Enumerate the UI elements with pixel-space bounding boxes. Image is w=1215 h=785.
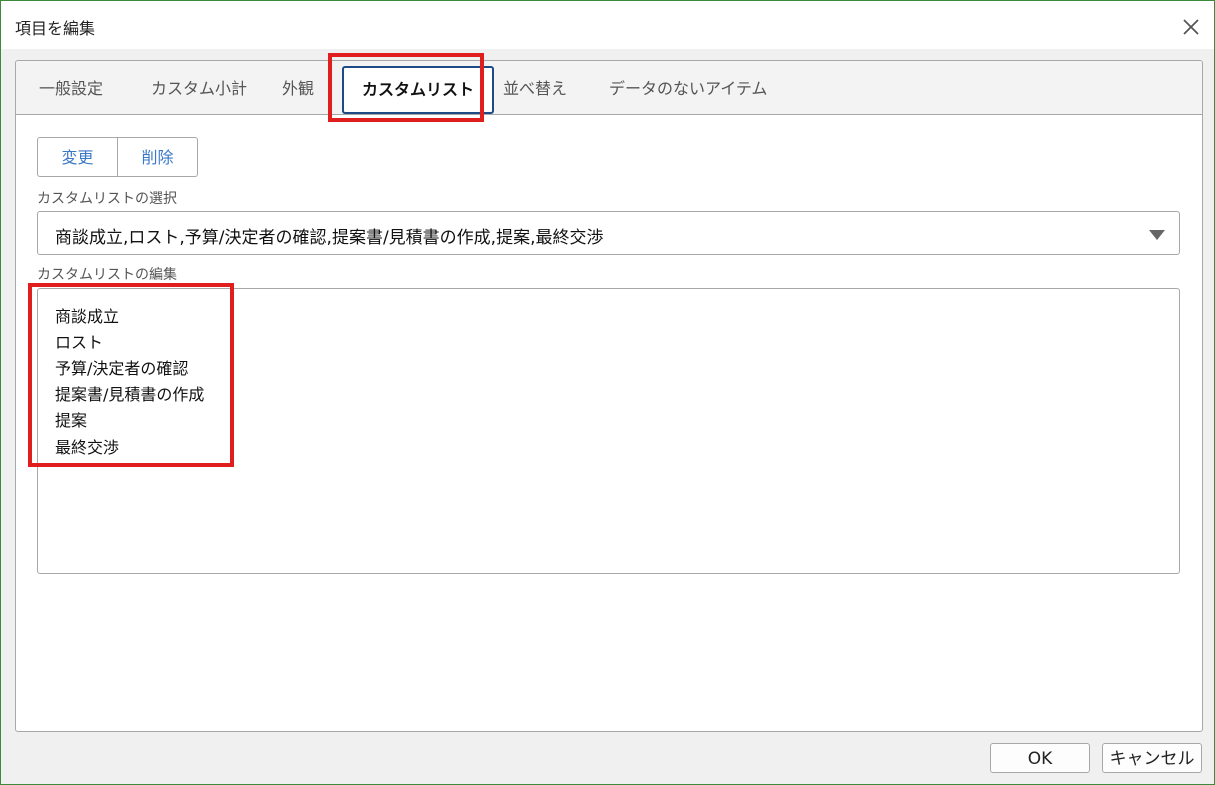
custom-list-select-value: 商談成立,ロスト,予算/決定者の確認,提案書/見積書の作成,提案,最終交渉	[55, 228, 604, 248]
custom-list-editor[interactable]: 商談成立 ロスト 予算/決定者の確認 提案書/見積書の作成 提案 最終交渉	[37, 288, 1180, 574]
chevron-down-icon	[1149, 230, 1165, 240]
list-item: 商談成立	[55, 307, 120, 326]
custom-list-select-label: カスタムリストの選択	[37, 191, 177, 207]
title-bar: 項目を編集	[1, 1, 1214, 49]
tab-strip: 一般設定 カスタム小計 外観 カスタムリスト 並べ替え データのないアイテム	[16, 61, 1202, 115]
close-icon	[1183, 19, 1199, 35]
tab-appearance[interactable]: 外観	[282, 61, 314, 114]
list-action-buttons: 変更 削除	[37, 137, 198, 177]
list-item: 予算/決定者の確認	[55, 359, 189, 378]
tab-custom-list[interactable]: カスタムリスト	[342, 66, 495, 114]
list-item: 最終交渉	[55, 438, 120, 457]
custom-list-select[interactable]: 商談成立,ロスト,予算/決定者の確認,提案書/見積書の作成,提案,最終交渉	[37, 211, 1180, 255]
delete-button[interactable]: 削除	[118, 137, 198, 177]
close-button[interactable]	[1175, 11, 1207, 43]
change-button[interactable]: 変更	[37, 137, 118, 177]
dialog-title: 項目を編集	[15, 19, 96, 38]
ok-button[interactable]: OK	[990, 743, 1090, 773]
custom-list-edit-label: カスタムリストの編集	[37, 267, 177, 283]
tab-sort[interactable]: 並べ替え	[503, 61, 567, 114]
tab-items-without-data[interactable]: データのないアイテム	[609, 61, 767, 114]
list-item: 提案	[55, 411, 88, 430]
edit-item-dialog: 項目を編集 一般設定 カスタム小計 外観 カスタムリスト 並べ替え データのない…	[0, 0, 1215, 785]
list-item: ロスト	[55, 333, 104, 352]
tab-custom-subtotal[interactable]: カスタム小計	[151, 61, 247, 114]
list-item: 提案書/見積書の作成	[55, 385, 205, 404]
cancel-button[interactable]: キャンセル	[1102, 743, 1202, 773]
tab-general-settings[interactable]: 一般設定	[39, 61, 103, 114]
